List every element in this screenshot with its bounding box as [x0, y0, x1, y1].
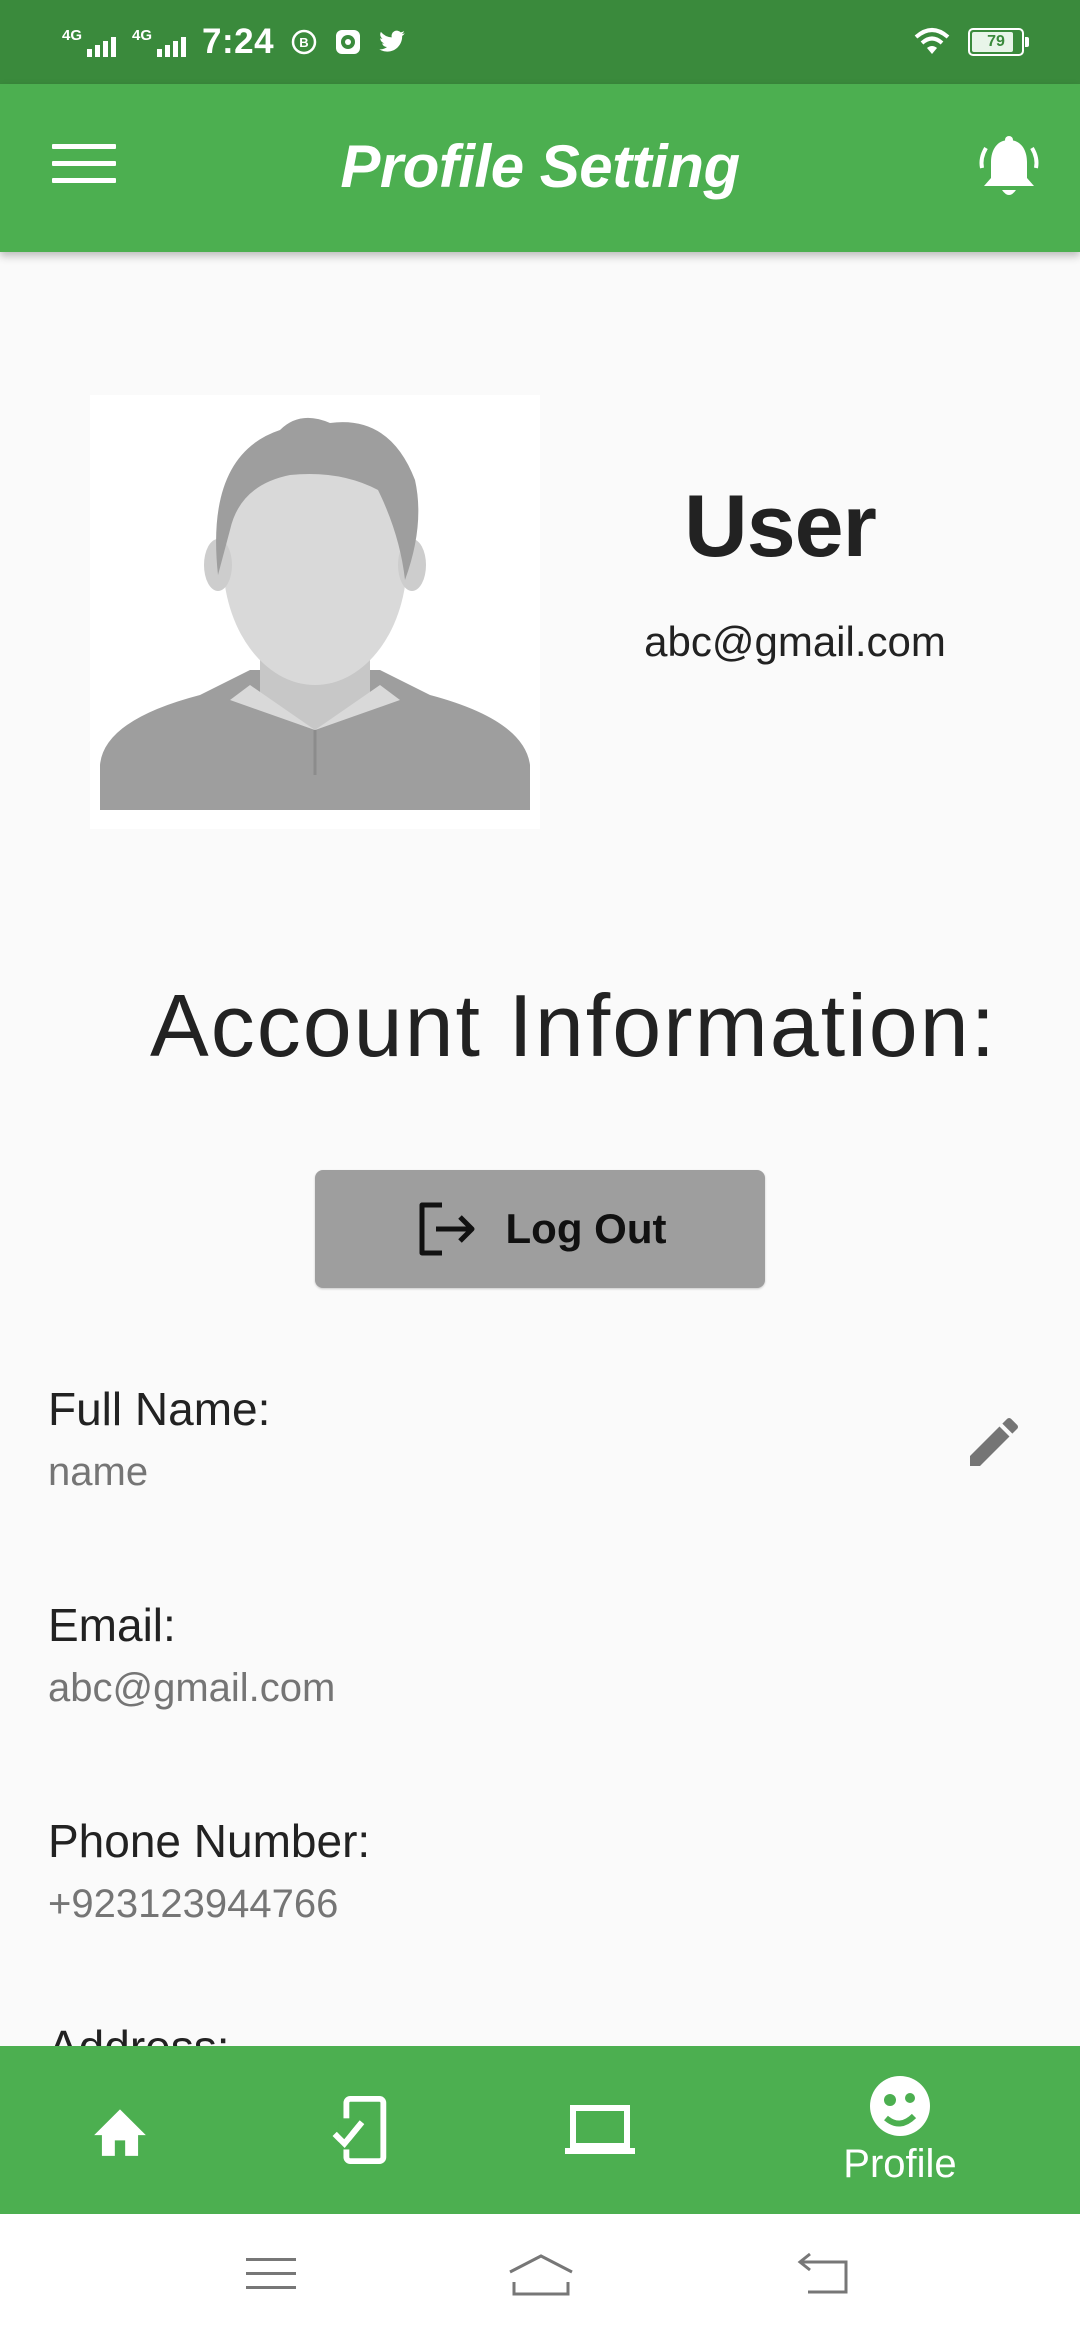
logout-button[interactable]: Log Out [315, 1170, 765, 1288]
nav-tasks[interactable] [300, 2046, 420, 2214]
nav-profile[interactable]: Profile [810, 2046, 990, 2214]
status-bar: 4G 4G 7:24 B 79 [0, 0, 1080, 84]
status-time: 7:24 [202, 22, 275, 61]
page-title: Profile Setting [340, 133, 740, 200]
full-name-value: name [48, 1450, 149, 1494]
app-notification-icon [336, 30, 361, 54]
phone-number-value: +923123944766 [48, 1882, 339, 1926]
nav-profile-label: Profile [843, 2141, 957, 2186]
default-avatar-icon [100, 417, 530, 810]
phone-check-icon [332, 2095, 387, 2165]
home-icon [94, 2109, 146, 2156]
nav-devices[interactable] [540, 2046, 660, 2214]
network-type-1: 4G [62, 27, 83, 44]
logout-label: Log Out [505, 1205, 667, 1252]
laptop-icon [565, 2105, 635, 2154]
system-navigation-bar [0, 2214, 1080, 2340]
phone-number-label: Phone Number: [48, 1815, 371, 1867]
profile-face-icon [870, 2075, 930, 2136]
user-name: User [684, 476, 877, 575]
battery-icon: 79 [968, 28, 1029, 56]
bell-icon[interactable] [976, 134, 1042, 204]
address-label: Address: [48, 2020, 230, 2046]
wifi-icon [914, 28, 950, 54]
signal-icon-2: 4G [132, 27, 187, 57]
battery-level: 79 [987, 33, 1005, 50]
network-type-2: 4G [132, 27, 153, 44]
email-value: abc@gmail.com [48, 1666, 336, 1710]
edit-pencil-icon[interactable] [962, 1410, 1026, 1474]
system-menu-icon[interactable] [244, 2252, 298, 2296]
svg-text:B: B [299, 35, 308, 50]
system-home-icon[interactable] [506, 2252, 576, 2300]
twitter-icon [379, 30, 405, 52]
b-notification-icon: B [291, 29, 317, 55]
logout-icon [419, 1202, 475, 1256]
email-label: Email: [48, 1599, 176, 1651]
account-information-heading: Account Information: [150, 976, 998, 1075]
bottom-navigation: Profile [0, 2046, 1080, 2214]
app-bar: Profile Setting [0, 84, 1080, 252]
signal-icon-1: 4G [62, 27, 117, 57]
nav-home[interactable] [60, 2046, 180, 2214]
user-email: abc@gmail.com [644, 618, 946, 665]
full-name-label: Full Name: [48, 1383, 271, 1435]
system-back-icon[interactable] [796, 2252, 850, 2296]
avatar[interactable] [90, 395, 540, 829]
